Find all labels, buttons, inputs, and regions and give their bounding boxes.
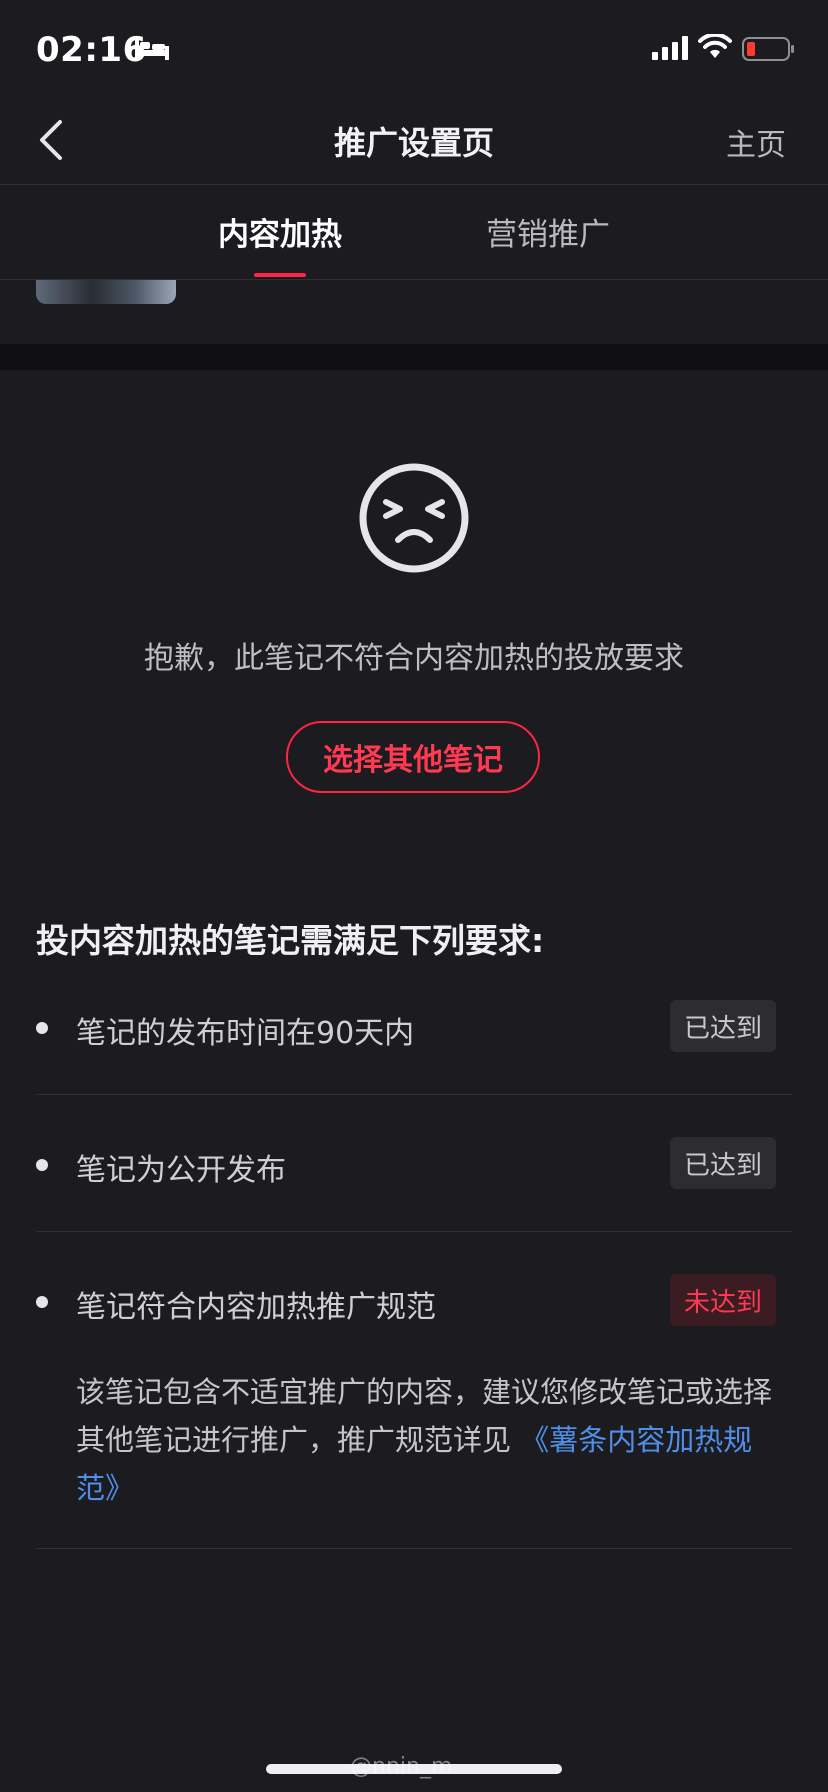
bullet-icon: [36, 1022, 48, 1034]
page-title: 推广设置页: [333, 124, 494, 162]
requirement-text: 笔记为公开发布: [76, 1153, 286, 1188]
home-link[interactable]: 主页: [726, 120, 786, 164]
status-badge-met: 已达到: [669, 1000, 776, 1052]
bullet-icon: [36, 1296, 48, 1308]
status-badge-not-met: 未达到: [669, 1274, 776, 1326]
requirement-text: 笔记符合内容加热推广规范: [76, 1290, 436, 1325]
section-divider: [0, 344, 828, 370]
requirements-heading: 投内容加热的笔记需满足下列要求:: [36, 921, 545, 960]
row-divider: [36, 1094, 792, 1095]
bullet-icon: [36, 1159, 48, 1171]
status-time: 02:16: [36, 30, 147, 70]
row-divider: [36, 1231, 792, 1232]
signal-icon: [652, 36, 688, 60]
wifi-icon: [698, 34, 732, 58]
active-tab-indicator: [254, 273, 306, 277]
status-badge-met: 已达到: [669, 1137, 776, 1189]
bed-icon: [135, 39, 169, 60]
frustrated-face-icon: [359, 463, 469, 573]
watermark: @nnin_m: [350, 1754, 453, 1779]
tab-bar: 内容加热 营销推广: [0, 185, 828, 280]
selected-note-card: [0, 280, 828, 344]
battery-low-icon: [742, 37, 794, 61]
note-thumbnail[interactable]: [36, 280, 176, 304]
tab-content-heating[interactable]: 内容加热: [218, 209, 342, 254]
nav-bar: 推广设置页 主页: [0, 100, 828, 185]
status-bar: 02:16: [0, 0, 828, 100]
row-divider: [36, 1548, 792, 1549]
requirement-detail: 该笔记包含不适宜推广的内容，建议您修改笔记或选择其他笔记进行推广，推广规范详见 …: [76, 1368, 786, 1512]
requirement-text: 笔记的发布时间在90天内: [76, 1016, 415, 1051]
ineligible-message: 抱歉，此笔记不符合内容加热的投放要求: [144, 641, 684, 676]
choose-other-note-button[interactable]: 选择其他笔记: [286, 721, 540, 793]
tab-marketing-promotion[interactable]: 营销推广: [486, 209, 610, 254]
